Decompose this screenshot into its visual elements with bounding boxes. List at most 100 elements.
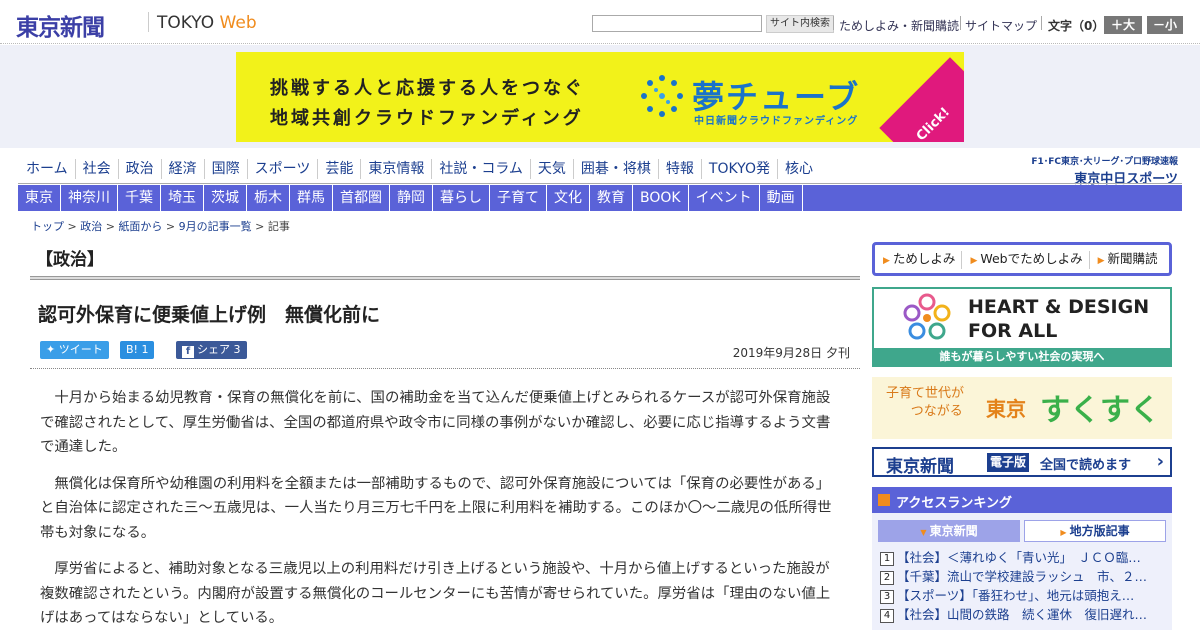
subscribe-label: 新聞購読 — [1107, 251, 1158, 266]
banner-line-1: 挑戦する人と応援する人をつなぐ — [270, 78, 585, 99]
nav-tokuho[interactable]: 特報 — [659, 159, 702, 179]
font-bigger-button[interactable]: ＋大 — [1104, 16, 1142, 34]
article-paragraph: 無償化は保育所や幼稚園の利用料を全額または一部補助するもので、認可外保育施設につ… — [40, 475, 832, 541]
article-paragraph: 十月から始まる幼児教育・保育の無償化を前に、国の補助金を当て込んだ便乗値上げとみ… — [40, 390, 831, 455]
nav-shizuoka[interactable]: 静岡 — [390, 185, 433, 211]
sukusuku-logo: すくすく — [1040, 393, 1160, 428]
heart-design-title: HEART & DESIGN FOR ALL — [968, 295, 1149, 343]
breadcrumb-september-list[interactable]: 9月の記事一覧 — [179, 220, 252, 233]
nav-international[interactable]: 国際 — [205, 159, 248, 179]
nav-event[interactable]: イベント — [689, 185, 760, 211]
tokyo-sukusuku-banner[interactable]: 子育て世代が つながる 東京 すくすく — [872, 377, 1172, 439]
section-title: 【政治】 — [36, 250, 104, 270]
nav-tokyo[interactable]: 東京 — [18, 185, 61, 211]
arrow-right-icon: ▶ — [970, 256, 978, 266]
ranking-square-icon — [878, 494, 890, 506]
banner-logo-sub: 中日新聞クラウドファンディング — [694, 116, 859, 127]
nav-editorial[interactable]: 社説・コラム — [432, 159, 531, 179]
yume-tube-logo-icon — [641, 75, 683, 117]
ranking-tab-local-label: 地方版記事 — [1069, 524, 1130, 538]
tweet-button[interactable]: ✦ ツイート — [40, 341, 109, 359]
breadcrumb-separator: > — [251, 220, 268, 233]
nav-kakushin[interactable]: 核心 — [778, 159, 820, 179]
access-ranking: アクセスランキング ▼ 東京新聞 ▶ 地方版記事 1 【社会】＜薄れゆく「青い光」 Ｊ… — [872, 487, 1172, 630]
nav-tochigi[interactable]: 栃木 — [247, 185, 290, 211]
arrow-right-icon: ▶ — [883, 256, 890, 266]
logo-sub-web: Web — [219, 13, 257, 33]
logo-divider — [148, 12, 149, 32]
nav-education[interactable]: 教育 — [590, 185, 633, 211]
sukusuku-tagline: 子育て世代が つながる — [886, 385, 964, 421]
trial-read-link[interactable]: ▶ ためしよみ — [875, 251, 963, 269]
breadcrumb-separator: > — [162, 220, 179, 233]
font-smaller-button[interactable]: －小 — [1147, 16, 1183, 34]
breadcrumb-current: 記事 — [267, 220, 290, 233]
ranking-item-text: 【スポーツ】「番狂わせ」、地元は頭抱え… — [897, 588, 1135, 603]
header-divider — [960, 16, 961, 30]
hatena-bookmark-button[interactable]: B! 1 — [120, 341, 155, 359]
site-header: 東京新聞 TOKYO Web サイト内検索 ためしよみ・新聞購読 サイトマップ … — [0, 0, 1200, 44]
epaper-text: 全国で読めます — [1040, 458, 1132, 473]
chunichi-sports-caption: F1･FC東京･大リーグ･プロ野球速報 — [1031, 157, 1178, 167]
nav-politics[interactable]: 政治 — [119, 159, 162, 179]
site-logo[interactable]: 東京新聞 — [16, 8, 105, 42]
nav-economy[interactable]: 経済 — [162, 159, 205, 179]
sukusuku-tokyo: 東京 — [986, 397, 1026, 421]
nav-shutoken[interactable]: 首都圏 — [333, 185, 390, 211]
web-trial-link[interactable]: ▶ Webでためしよみ — [962, 251, 1090, 269]
facebook-share-button[interactable]: f シェア 3 — [176, 341, 247, 359]
nav-kurashi[interactable]: 暮らし — [433, 185, 490, 211]
nav-saitama[interactable]: 埼玉 — [161, 185, 204, 211]
breadcrumb-top[interactable]: トップ — [31, 220, 64, 233]
search-button[interactable]: サイト内検索 — [766, 15, 834, 33]
nav-gunma[interactable]: 群馬 — [290, 185, 333, 211]
epaper-banner[interactable]: 東京新聞 電子版 全国で読めます › — [872, 447, 1172, 477]
nav-go-shogi[interactable]: 囲碁・将棋 — [574, 159, 659, 179]
ranking-tab-tokyo[interactable]: ▼ 東京新聞 — [878, 520, 1020, 542]
ranking-item[interactable]: 4 【社会】山間の鉄路 続く運休 復旧遅れ… — [880, 606, 1166, 624]
nav-divider — [18, 183, 1182, 184]
breadcrumb: トップ > 政治 > 紙面から > 9月の記事一覧 > 記事 — [31, 218, 290, 234]
breadcrumb-politics[interactable]: 政治 — [80, 220, 102, 233]
twitter-bird-icon: ✦ — [46, 343, 59, 356]
primary-nav: ホーム 社会 政治 経済 国際 スポーツ 芸能 東京情報 社説・コラム 天気 囲碁・将棋 特報 TOKY… — [18, 158, 820, 182]
nav-kanagawa[interactable]: 神奈川 — [61, 185, 118, 211]
trial-subscribe-link[interactable]: ためしよみ・新聞購読 — [839, 17, 959, 34]
nav-ibaraki[interactable]: 茨城 — [204, 185, 247, 211]
breadcrumb-paper[interactable]: 紙面から — [118, 220, 162, 233]
sitemap-link[interactable]: サイトマップ — [965, 17, 1037, 34]
nav-sports[interactable]: スポーツ — [248, 159, 319, 179]
sukusuku-tagline-1: 子育て世代が — [886, 386, 965, 401]
nav-kosodate[interactable]: 子育て — [490, 185, 547, 211]
heart-design-banner[interactable]: HEART & DESIGN FOR ALL 誰もが暮らしやすい社会の実現へ — [872, 287, 1172, 367]
search-input[interactable] — [592, 15, 762, 32]
nav-weather[interactable]: 天気 — [531, 159, 574, 179]
nav-society[interactable]: 社会 — [76, 159, 119, 179]
crowdfunding-banner[interactable]: 挑戦する人と応援する人をつなぐ 地域共創クラウドファンディング 夢チューブ 中日… — [236, 52, 964, 142]
nav-video[interactable]: 動画 — [760, 185, 803, 211]
ranking-item-text: 【社会】山間の鉄路 続く運休 復旧遅れ… — [897, 607, 1148, 622]
banner-line-2: 地域共創クラウドファンディング — [270, 108, 584, 129]
flower-figures-icon — [903, 293, 951, 340]
ranking-number: 1 — [880, 552, 894, 566]
nav-book[interactable]: BOOK — [633, 185, 689, 211]
subscribe-link[interactable]: ▶ 新聞購読 — [1090, 251, 1164, 269]
nav-culture[interactable]: 文化 — [547, 185, 590, 211]
arrow-right-icon: ▶ — [1097, 256, 1105, 266]
nav-chiba[interactable]: 千葉 — [118, 185, 161, 211]
ranking-tab-local[interactable]: ▶ 地方版記事 — [1024, 520, 1166, 542]
epaper-logo: 東京新聞 — [886, 457, 954, 477]
font-size-label: 文字（0） — [1048, 19, 1105, 33]
site-logo-sub[interactable]: TOKYO Web — [157, 13, 257, 33]
ranking-item[interactable]: 3 【スポーツ】「番狂わせ」、地元は頭抱え… — [880, 587, 1166, 605]
nav-entertainment[interactable]: 芸能 — [318, 159, 362, 179]
facebook-share-label: シェア 3 — [197, 343, 241, 356]
nav-home[interactable]: ホーム — [18, 159, 76, 179]
nav-tokyo-info[interactable]: 東京情報 — [361, 159, 433, 179]
ranking-item[interactable]: 1 【社会】＜薄れゆく「青い光」 ＪＣＯ臨… — [880, 549, 1166, 567]
breadcrumb-separator: > — [64, 220, 81, 233]
article-date: 2019年9月28日 夕刊 — [732, 346, 850, 360]
ranking-item[interactable]: 2 【千葉】流山で学校建設ラッシュ 市、２… — [880, 568, 1166, 586]
nav-tokyo-hatsu[interactable]: TOKYO発 — [702, 159, 778, 179]
ranking-item-text: 【社会】＜薄れゆく「青い光」 ＪＣＯ臨… — [897, 550, 1141, 565]
